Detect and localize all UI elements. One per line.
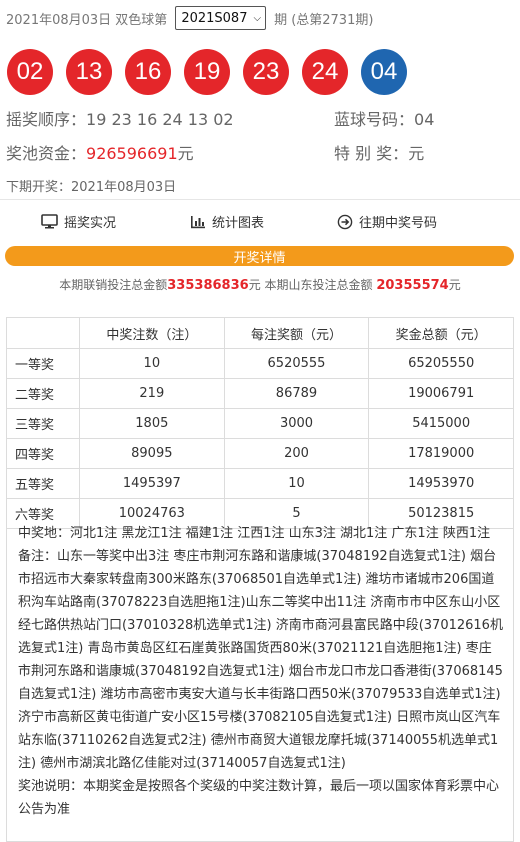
winner-count: 10 — [79, 348, 225, 379]
prize-pool: 奖池资金：926596691元 — [6, 140, 194, 164]
prize-pool-unit: 元 — [177, 144, 194, 163]
prize-per-ticket: 200 — [223, 438, 370, 469]
blue-number-label: 蓝球号码： — [334, 110, 415, 129]
arrow-circle-icon — [337, 214, 353, 230]
blue-number-value: 04 — [414, 110, 435, 129]
draw-order: 摇奖顺序：19 23 16 24 13 02 — [6, 106, 234, 130]
red-ball: 13 — [66, 49, 112, 95]
winner-count: 219 — [79, 378, 225, 409]
red-ball: 02 — [7, 49, 53, 95]
table-header — [6, 317, 80, 349]
prize-total: 19006791 — [368, 378, 514, 409]
prize-level: 一等奖 — [6, 348, 80, 379]
special-prize-value: 元 — [408, 144, 425, 163]
prize-pool-label: 奖池资金： — [6, 144, 87, 163]
prize-level: 三等奖 — [6, 408, 80, 439]
blue-number: 蓝球号码：04 — [334, 106, 434, 130]
table-header: 每注奖额（元） — [223, 317, 370, 349]
prize-level: 五等奖 — [6, 468, 80, 499]
draw-order-value: 19 23 16 24 13 02 — [86, 110, 234, 129]
pool-footnote: 奖池说明：本期奖金是按照各个奖级的中奖注数计算，最后一项以国家体育彩票中心公告为… — [18, 779, 500, 817]
blue-ball: 04 — [361, 49, 407, 95]
sales-prefix: 本期联销投注总金额 — [59, 278, 168, 292]
sales-summary: 本期联销投注总金额335386836元 本期山东投注总金额 20355574元 — [0, 276, 520, 293]
special-prize: 特 别 奖：元 — [334, 140, 424, 164]
table-header-row: 中奖注数（注） 每注奖额（元） 奖金总额（元） — [6, 317, 514, 349]
winner-count: 1495397 — [79, 468, 225, 499]
prize-total: 14953970 — [368, 468, 514, 499]
winning-locations: 中奖地：河北1注 黑龙江1注 福建1注 江西1注 山东3注 湖北1注 广东1注 … — [18, 526, 491, 541]
table-row: 四等奖 89095 200 17819000 — [6, 438, 514, 469]
sales-total: 335386836 — [167, 278, 249, 293]
divider — [0, 199, 520, 200]
winning-notes: 中奖地：河北1注 黑龙江1注 福建1注 江西1注 山东3注 湖北1注 广东1注 … — [6, 512, 514, 842]
winning-numbers: 02 13 16 19 23 24 04 — [7, 49, 407, 95]
draw-order-label: 摇奖顺序： — [6, 110, 87, 129]
table-header: 中奖注数（注） — [79, 317, 225, 349]
special-prize-label: 特 别 奖： — [334, 144, 409, 163]
history-link[interactable]: 往期中奖号码 — [337, 212, 437, 231]
red-ball: 16 — [125, 49, 171, 95]
table-row: 五等奖 1495397 10 14953970 — [6, 468, 514, 499]
sales-middle: 元 本期山东投注总金额 — [248, 278, 373, 292]
next-draw-date: 下期开奖：2021年08月03日 — [6, 180, 177, 195]
chevron-down-icon: ⌵ — [253, 12, 262, 24]
date-prefix: 2021年08月03日 双色球第 — [6, 12, 168, 28]
prize-total: 5415000 — [368, 408, 514, 439]
charts-label: 统计图表 — [212, 216, 265, 231]
prize-level: 二等奖 — [6, 378, 80, 409]
issue-suffix: 期 (总第2731期) — [274, 12, 374, 28]
issue-select[interactable]: 2021S087 ⌵ — [175, 6, 267, 30]
red-ball: 23 — [243, 49, 289, 95]
prize-table: 中奖注数（注） 每注奖额（元） 奖金总额（元） 一等奖 10 6520555 6… — [6, 317, 514, 529]
monitor-icon — [41, 214, 58, 229]
issue-select-value: 2021S087 — [181, 10, 248, 26]
quick-links: 摇奖实况 统计图表 往期中奖号码 — [0, 210, 520, 232]
charts-link[interactable]: 统计图表 — [190, 212, 264, 231]
details-bar: 开奖详情 — [5, 246, 514, 266]
prize-per-ticket: 3000 — [223, 408, 370, 439]
live-draw-label: 摇奖实况 — [64, 216, 117, 231]
winner-count: 89095 — [79, 438, 225, 469]
winning-remark: 备注：山东一等奖中出3注 枣庄市荆河东路和谐康城(37048192自选复式1注)… — [18, 549, 503, 771]
prize-per-ticket: 86789 — [223, 378, 370, 409]
sales-shandong: 20355574 — [376, 278, 449, 293]
table-row: 一等奖 10 6520555 65205550 — [6, 348, 514, 379]
prize-total: 65205550 — [368, 348, 514, 379]
red-ball: 19 — [184, 49, 230, 95]
bar-chart-icon — [190, 215, 206, 229]
table-row: 二等奖 219 86789 19006791 — [6, 378, 514, 409]
red-ball: 24 — [302, 49, 348, 95]
prize-per-ticket: 10 — [223, 468, 370, 499]
table-row: 三等奖 1805 3000 5415000 — [6, 408, 514, 439]
prize-total: 17819000 — [368, 438, 514, 469]
prize-per-ticket: 6520555 — [223, 348, 370, 379]
table-header: 奖金总额（元） — [368, 317, 514, 349]
winner-count: 1805 — [79, 408, 225, 439]
sales-unit: 元 — [448, 278, 461, 292]
prize-level: 四等奖 — [6, 438, 80, 469]
history-label: 往期中奖号码 — [359, 216, 438, 231]
prize-pool-value: 926596691 — [86, 144, 178, 163]
live-draw-link[interactable]: 摇奖实况 — [41, 212, 116, 231]
issue-header: 2021年08月03日 双色球第 2021S087 ⌵ 期 (总第2731期) — [6, 6, 373, 30]
